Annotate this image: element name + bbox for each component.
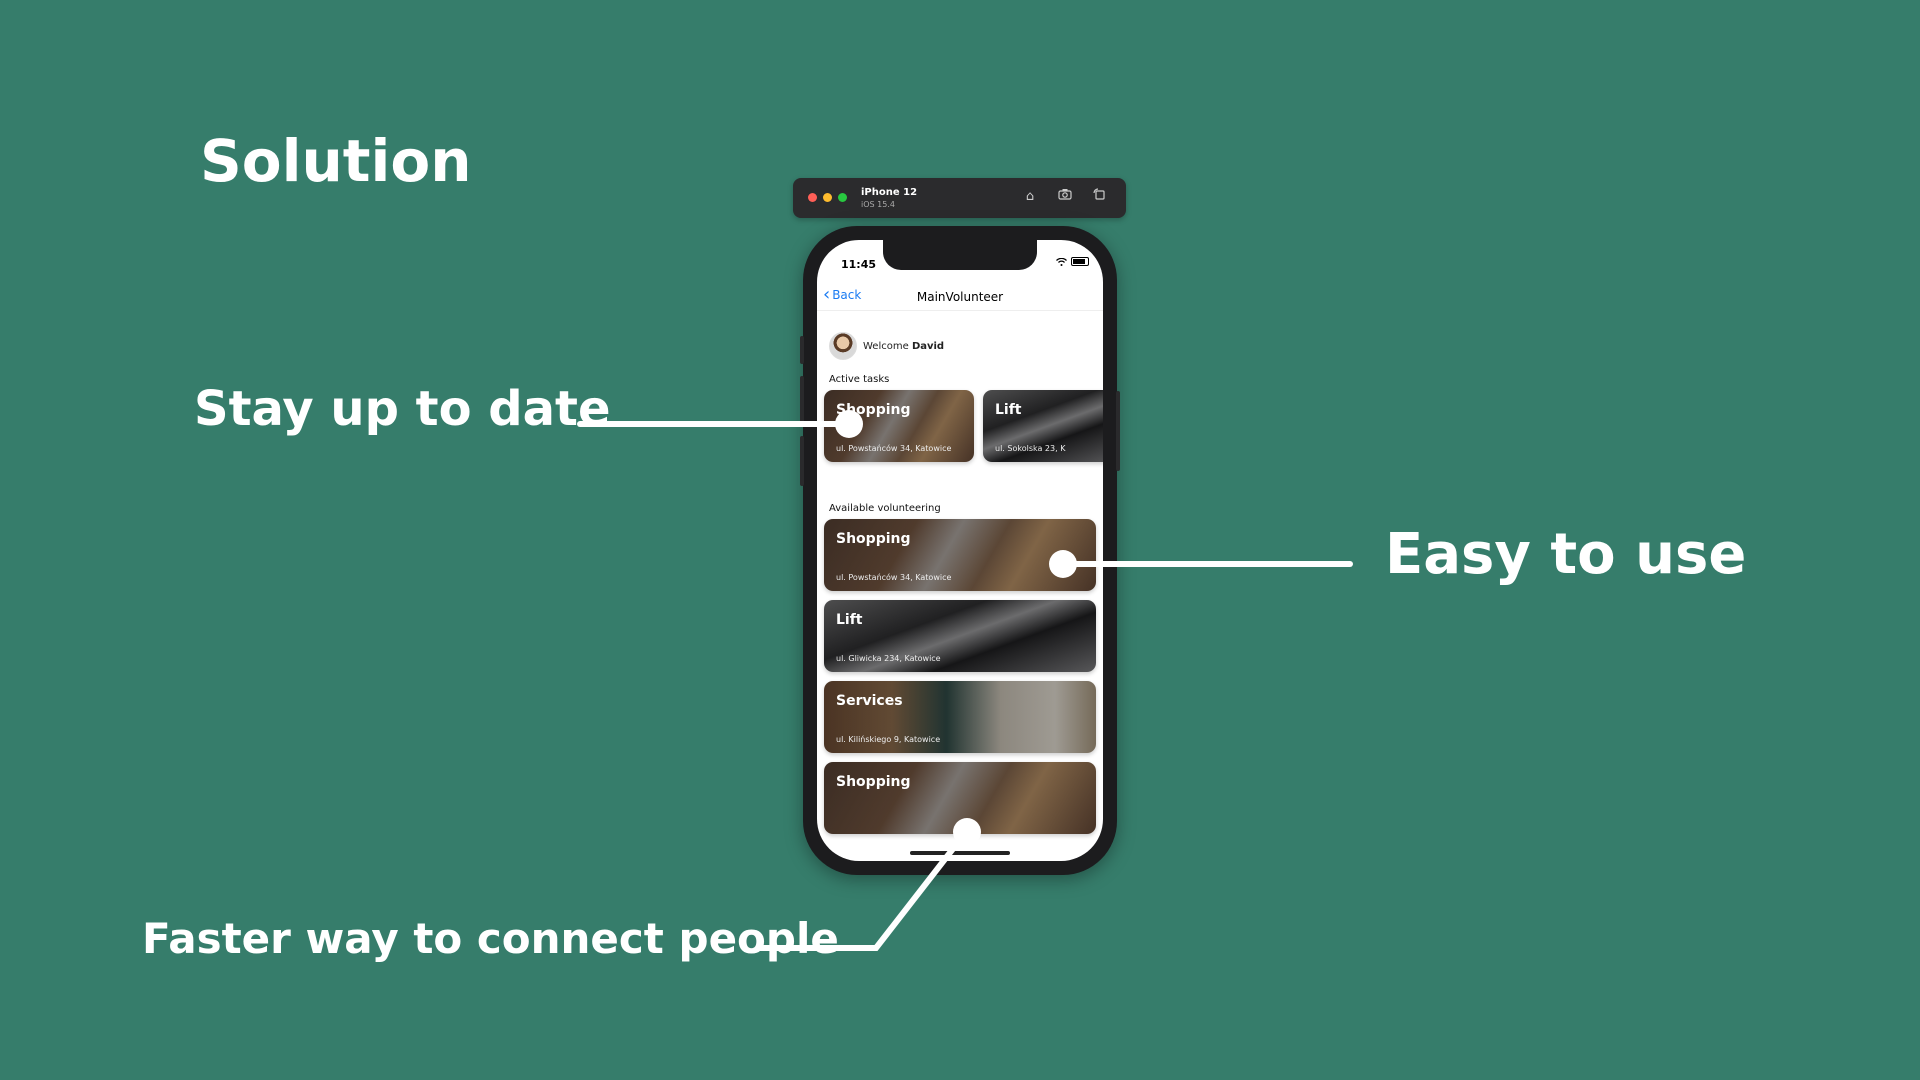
slide-title: Solution xyxy=(200,127,472,195)
volume-up-button xyxy=(800,376,804,426)
card-address: ul. Powstańców 34, Katowice xyxy=(836,444,952,453)
card-address: ul. Kilińskiego 9, Katowice xyxy=(836,735,941,744)
card-title: Shopping xyxy=(836,402,911,418)
navigation-bar: ‹ Back MainVolunteer xyxy=(817,284,1103,311)
callout-easy-to-use: Easy to use xyxy=(1385,522,1747,587)
power-button xyxy=(1116,391,1120,471)
close-window-button[interactable] xyxy=(808,193,817,202)
welcome-row: Welcome David xyxy=(829,332,944,360)
home-indicator xyxy=(910,851,1010,855)
rotate-icon[interactable] xyxy=(1090,188,1108,206)
welcome-name: David xyxy=(911,340,945,352)
welcome-prefix: Welcome xyxy=(863,340,909,352)
card-title: Services xyxy=(836,693,903,709)
available-volunteering-label: Available volunteering xyxy=(829,503,941,514)
volunteering-card[interactable]: Services ul. Kilińskiego 9, Katowice xyxy=(824,681,1096,753)
status-icons xyxy=(1056,257,1089,266)
home-icon[interactable]: ⌂ xyxy=(1021,188,1039,206)
wifi-icon xyxy=(1056,257,1067,266)
avatar[interactable] xyxy=(829,332,857,360)
active-task-card[interactable]: Lift ul. Sokolska 23, K xyxy=(983,390,1103,462)
volunteering-card[interactable]: Lift ul. Gliwicka 234, Katowice xyxy=(824,600,1096,672)
status-time: 11:45 xyxy=(841,258,877,271)
card-title: Lift xyxy=(995,402,1022,418)
phone-screen: 11:45 ‹ Back MainVolunteer Welcome David… xyxy=(817,240,1103,861)
device-name: iPhone 12 xyxy=(861,187,918,198)
welcome-text: Welcome David xyxy=(863,341,944,352)
battery-icon xyxy=(1071,257,1089,266)
nav-title: MainVolunteer xyxy=(916,290,1004,304)
active-tasks-label: Active tasks xyxy=(829,374,890,385)
callout-stay-up-to-date: Stay up to date xyxy=(194,381,611,437)
notch xyxy=(883,240,1037,270)
card-address: ul. Sokolska 23, K xyxy=(995,444,1066,453)
card-title: Shopping xyxy=(836,774,911,790)
card-address: ul. Powstańców 34, Katowice xyxy=(836,573,952,582)
callout-faster-way: Faster way to connect people xyxy=(142,914,839,963)
mute-switch xyxy=(800,336,804,364)
zoom-window-button[interactable] xyxy=(838,193,847,202)
card-title: Lift xyxy=(836,612,863,628)
volunteering-card[interactable]: Shopping xyxy=(824,762,1096,834)
os-version: iOS 15.4 xyxy=(861,200,895,209)
iphone-device: 11:45 ‹ Back MainVolunteer Welcome David… xyxy=(800,226,1120,875)
minimize-window-button[interactable] xyxy=(823,193,832,202)
volume-down-button xyxy=(800,436,804,486)
screenshot-icon[interactable] xyxy=(1056,188,1074,206)
card-title: Shopping xyxy=(836,531,911,547)
volunteering-card[interactable]: Shopping ul. Powstańców 34, Katowice xyxy=(824,519,1096,591)
simulator-toolbar: iPhone 12 iOS 15.4 ⌂ xyxy=(793,178,1126,218)
active-task-card[interactable]: Shopping ul. Powstańców 34, Katowice xyxy=(824,390,974,462)
card-address: ul. Gliwicka 234, Katowice xyxy=(836,654,941,663)
